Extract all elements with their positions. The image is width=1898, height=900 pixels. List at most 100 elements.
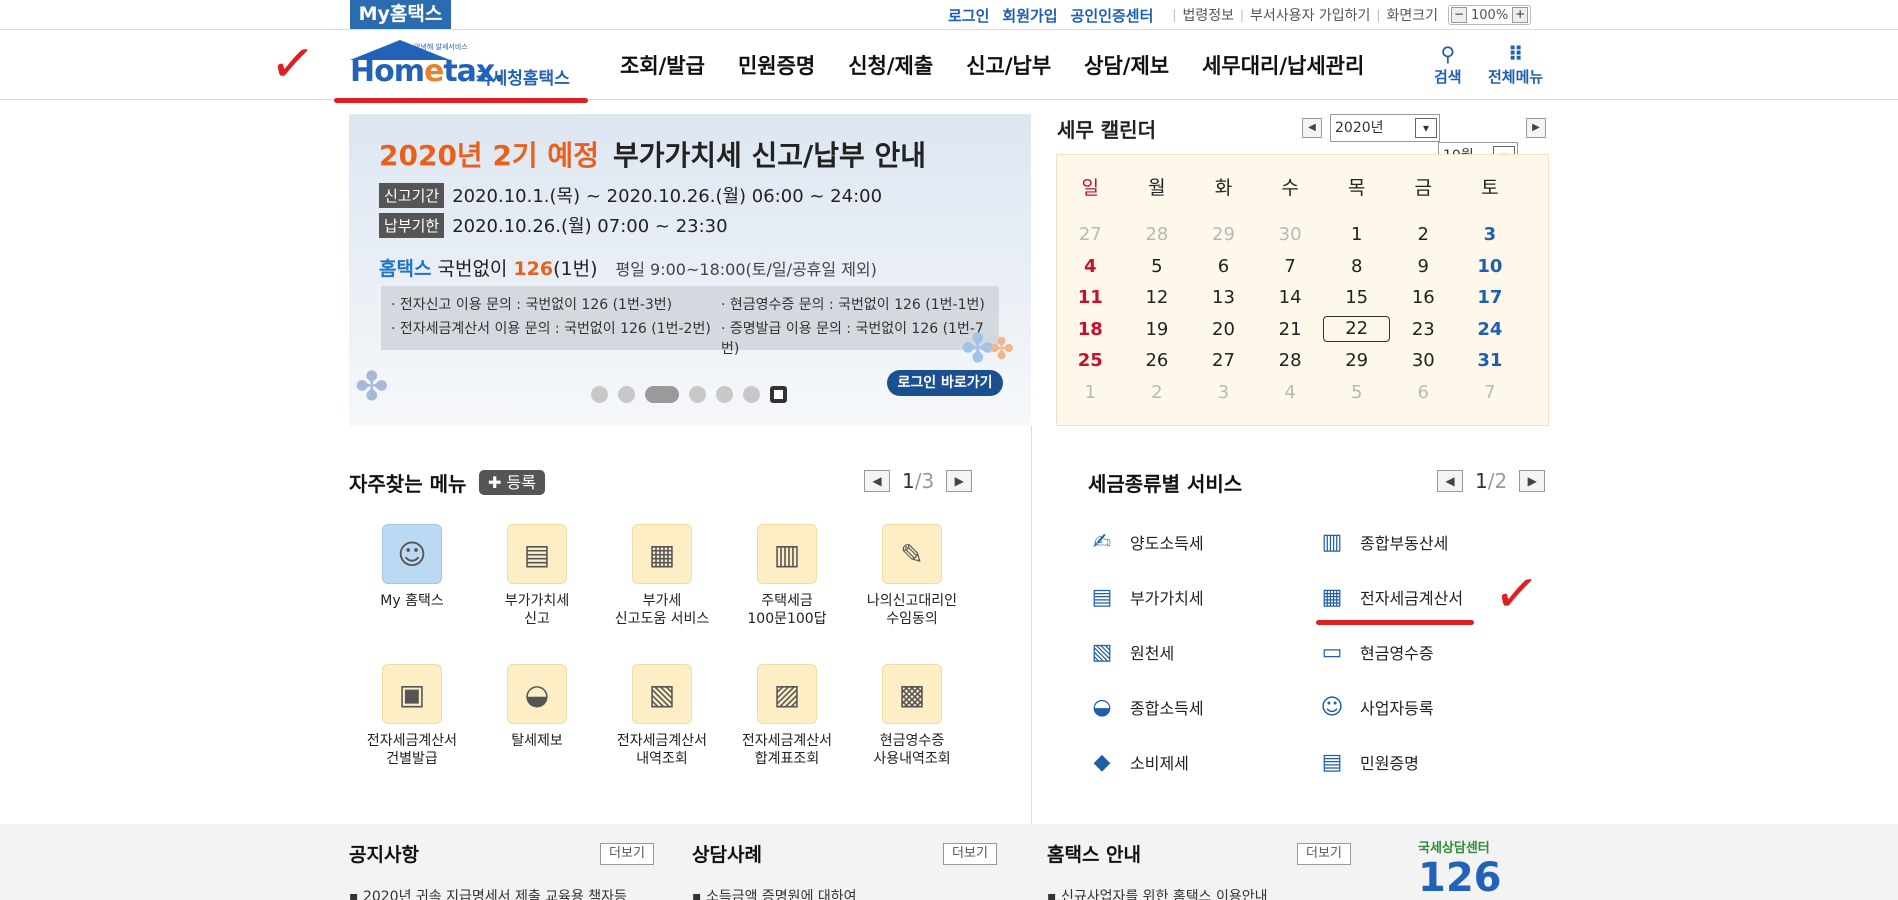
calendar-day[interactable]: 7 (1257, 256, 1324, 277)
prev-month-button[interactable]: ◀ (1302, 118, 1322, 138)
nav-agent[interactable]: 세무대리/납세관리 (1202, 50, 1364, 80)
guide-item[interactable]: ▪ 신규사업자를 위한 홈택스 이용안내 (1047, 886, 1268, 900)
banner-dot[interactable] (591, 386, 608, 403)
favorite-item[interactable]: ▧ 전자세금계산서 내역조회 (602, 664, 722, 768)
calendar-day[interactable]: 9 (1390, 256, 1457, 277)
favorite-item[interactable]: ▩ 현금영수증 사용내역조회 (852, 664, 972, 768)
service-item[interactable]: ▧ 원천세 (1086, 636, 1175, 668)
banner-stop-button[interactable] (770, 386, 787, 403)
dept-signup-link[interactable]: 부서사용자 가입하기 (1250, 5, 1370, 25)
my-hometax-tab[interactable]: My홈택스 (350, 0, 451, 29)
year-select[interactable]: 2020년 ▾ (1330, 114, 1440, 142)
calendar-day[interactable]: 2 (1124, 382, 1191, 403)
calendar-day[interactable]: 12 (1124, 287, 1191, 308)
banner-dot[interactable] (689, 386, 706, 403)
calendar-day[interactable]: 4 (1257, 382, 1324, 403)
banner-dot-active[interactable] (645, 386, 679, 403)
notice-item[interactable]: ▪ 2020년 귀속 지급명세서 제출 교육용 책자등 (349, 886, 627, 900)
service-item[interactable]: ☺ 사업자등록 (1316, 691, 1434, 723)
service-item[interactable]: ▦ 전자세금계산서 (1316, 581, 1463, 613)
consult-item[interactable]: ▪ 소득금액 증명원에 대하여 (692, 886, 857, 900)
calendar-day[interactable]: 2 (1390, 224, 1457, 245)
calendar-day[interactable]: 29 (1323, 350, 1390, 371)
calendar-day[interactable]: 19 (1124, 319, 1191, 340)
service-item[interactable]: ▥ 종합부동산세 (1316, 526, 1449, 558)
login-link[interactable]: 로그인 (948, 5, 989, 26)
favorite-item[interactable]: ▤ 부가가치세 신고 (477, 524, 597, 628)
calendar-day[interactable]: 22 (1323, 316, 1390, 343)
calendar-day[interactable]: 30 (1257, 224, 1324, 245)
search-button[interactable]: ⚲ 검색 (1434, 42, 1462, 87)
favorite-item[interactable]: ▣ 전자세금계산서 건별발급 (352, 664, 472, 768)
nav-filing[interactable]: 신고/납부 (966, 50, 1051, 80)
favorite-item[interactable]: ◒ 탈세제보 (477, 664, 597, 750)
favorite-item[interactable]: ▦ 부가세 신고도움 서비스 (602, 524, 722, 628)
prev-page-button[interactable]: ◀ (864, 470, 890, 492)
calendar-day[interactable]: 27 (1190, 350, 1257, 371)
calendar-day[interactable]: 25 (1057, 350, 1124, 371)
cert-center-link[interactable]: 공인인증센터 (1071, 5, 1154, 26)
calendar-day[interactable]: 21 (1257, 319, 1324, 340)
favorite-item[interactable]: ✎ 나의신고대리인 수임동의 (852, 524, 972, 628)
service-item[interactable]: ▤ 부가가치세 (1086, 581, 1204, 613)
calendar-day[interactable]: 28 (1124, 224, 1191, 245)
calendar-day[interactable]: 8 (1323, 256, 1390, 277)
favorite-item[interactable]: ☺ My 홈택스 (352, 524, 472, 610)
calendar-day[interactable]: 15 (1323, 287, 1390, 308)
banner-dot[interactable] (743, 386, 760, 403)
next-page-button[interactable]: ▶ (1519, 470, 1546, 492)
next-page-button[interactable]: ▶ (946, 470, 973, 492)
all-menu-button[interactable]: ⠿ 전체메뉴 (1488, 42, 1543, 87)
calendar-day[interactable]: 11 (1057, 287, 1124, 308)
calendar-day[interactable]: 24 (1457, 319, 1524, 340)
nav-application[interactable]: 신청/제출 (848, 50, 933, 80)
guide-more-button[interactable]: 더보기 (1297, 843, 1351, 865)
calendar-day[interactable]: 14 (1257, 287, 1324, 308)
favorite-item[interactable]: ▥ 주택세금 100문100답 (727, 524, 847, 628)
calendar-day[interactable]: 3 (1190, 382, 1257, 403)
notice-more-button[interactable]: 더보기 (600, 843, 654, 865)
nav-inquiry[interactable]: 조회/발급 (620, 50, 705, 80)
service-item[interactable]: ▤ 민원증명 (1316, 746, 1419, 778)
calendar-day[interactable]: 23 (1390, 319, 1457, 340)
login-shortcut-button[interactable]: 로그인 바로가기 (887, 370, 1003, 396)
zoom-in-button[interactable]: + (1512, 7, 1529, 23)
vat-banner[interactable]: 2020년 2기 예정 부가가치세 신고/납부 안내 신고기간 2020.10.1.… (349, 114, 1031, 426)
next-month-button[interactable]: ▶ (1526, 118, 1546, 138)
calendar-day[interactable]: 28 (1257, 350, 1324, 371)
calendar-day[interactable]: 1 (1057, 382, 1124, 403)
service-item[interactable]: ◒ 종합소득세 (1086, 691, 1203, 723)
calendar-day[interactable]: 18 (1057, 319, 1124, 340)
calendar-day[interactable]: 4 (1057, 256, 1124, 277)
calendar-day[interactable]: 5 (1323, 382, 1390, 403)
banner-dot[interactable] (618, 386, 635, 403)
service-item[interactable]: ◆ 소비제세 (1086, 746, 1189, 778)
calendar-day[interactable]: 29 (1190, 224, 1257, 245)
calendar-day[interactable]: 17 (1457, 287, 1524, 308)
calendar-day[interactable]: 7 (1457, 382, 1524, 403)
calendar-day[interactable]: 10 (1457, 256, 1524, 277)
calendar-day[interactable]: 1 (1323, 224, 1390, 245)
calendar-day[interactable]: 6 (1190, 256, 1257, 277)
hometax-logo[interactable]: 안녕해 알세서비스 Hometax. 국세청홈택스 (346, 36, 580, 94)
consult-more-button[interactable]: 더보기 (943, 843, 997, 865)
calendar-day[interactable]: 20 (1190, 319, 1257, 340)
nav-consult[interactable]: 상담/제보 (1084, 50, 1169, 80)
calendar-day[interactable]: 3 (1457, 224, 1524, 245)
register-favorite-button[interactable]: ✚ 등록 (479, 470, 545, 495)
calendar-day[interactable]: 30 (1390, 350, 1457, 371)
calendar-day[interactable]: 13 (1190, 287, 1257, 308)
calendar-day[interactable]: 5 (1124, 256, 1191, 277)
calendar-day[interactable]: 16 (1390, 287, 1457, 308)
calendar-day[interactable]: 6 (1390, 382, 1457, 403)
favorite-item[interactable]: ▨ 전자세금계산서 합계표조회 (727, 664, 847, 768)
zoom-out-button[interactable]: − (1451, 7, 1467, 23)
prev-page-button[interactable]: ◀ (1437, 470, 1463, 492)
calendar-day[interactable]: 27 (1057, 224, 1124, 245)
service-item[interactable]: ▭ 현금영수증 (1316, 636, 1434, 668)
signup-link[interactable]: 회원가입 (1002, 5, 1057, 26)
laws-link[interactable]: 법령정보 (1182, 5, 1234, 25)
calendar-day[interactable]: 31 (1457, 350, 1524, 371)
calendar-day[interactable]: 26 (1124, 350, 1191, 371)
banner-dot[interactable] (716, 386, 733, 403)
